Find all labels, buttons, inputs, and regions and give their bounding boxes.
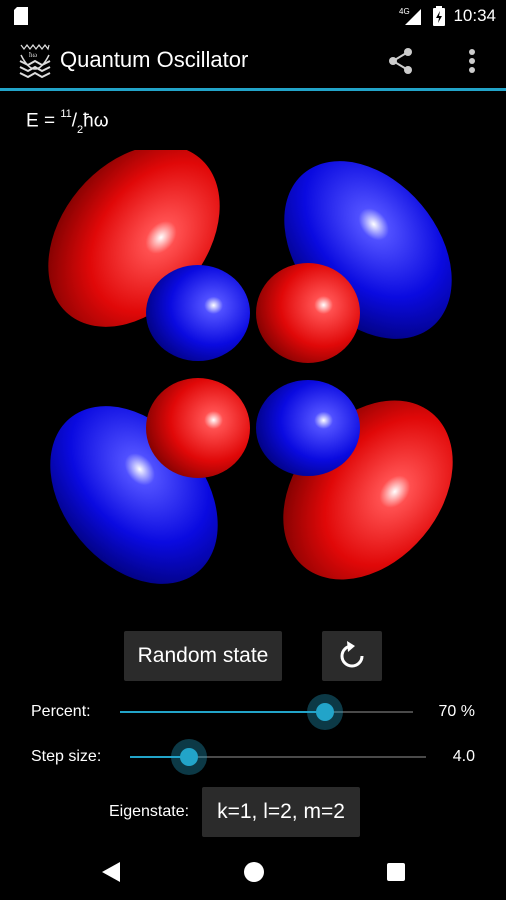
energy-numerator: 11 xyxy=(60,108,72,120)
share-icon xyxy=(389,48,412,74)
energy-unit: ħω xyxy=(83,110,109,132)
step-size-label: Step size: xyxy=(31,748,102,765)
signal-icon: 4G xyxy=(399,6,425,26)
percent-value: 70 % xyxy=(438,703,475,720)
percent-label: Percent: xyxy=(31,703,91,720)
network-type-label: 4G xyxy=(399,7,410,16)
step-size-slider-thumb[interactable] xyxy=(180,748,199,766)
orbital-lobe-negative xyxy=(146,265,250,361)
eigenstate-label: Eigenstate: xyxy=(109,803,190,820)
app-bar-divider xyxy=(0,88,506,91)
orbital-3d-view[interactable] xyxy=(0,150,506,590)
orbital-lobe-positive xyxy=(146,378,250,478)
orbital-lobe-negative xyxy=(256,380,360,476)
energy-prefix: E = xyxy=(26,110,61,132)
sd-card-icon xyxy=(14,7,28,25)
percent-slider-fill xyxy=(120,711,326,713)
recents-icon[interactable] xyxy=(386,862,406,882)
orbital-lobe-positive xyxy=(256,263,360,363)
percent-slider-thumb[interactable] xyxy=(316,703,335,721)
step-size-slider[interactable] xyxy=(130,748,426,766)
more-vert-icon xyxy=(469,49,475,73)
energy-denominator: 2 xyxy=(77,124,84,137)
energy-label: E = 11/2ħω xyxy=(26,108,109,137)
app-title: Quantum Oscillator xyxy=(60,47,249,72)
step-size-value: 4.0 xyxy=(452,748,475,765)
harmonic-oscillator-logo-icon: ħω xyxy=(19,44,51,79)
eigenstate-button[interactable]: k=1, l=2, m=2 xyxy=(202,787,360,837)
status-bar: 4G 10:34 xyxy=(0,0,506,32)
reset-button[interactable] xyxy=(322,631,382,681)
percent-slider[interactable] xyxy=(120,703,413,721)
svg-text:ħω: ħω xyxy=(29,51,38,59)
more-options-button[interactable] xyxy=(458,44,486,78)
refresh-icon xyxy=(340,641,364,668)
battery-icon xyxy=(433,6,446,26)
random-state-button[interactable]: Random state xyxy=(124,631,282,681)
share-button[interactable] xyxy=(384,44,418,78)
clock: 10:34 xyxy=(453,6,496,25)
back-icon[interactable] xyxy=(100,861,122,883)
home-icon[interactable] xyxy=(243,861,265,883)
